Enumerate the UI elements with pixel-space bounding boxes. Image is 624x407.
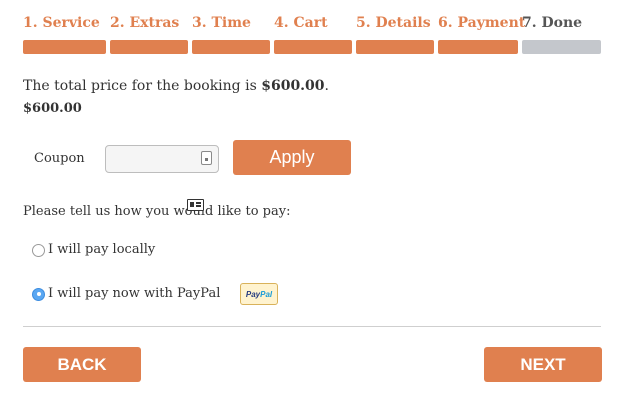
step-service: 1. Service	[23, 14, 106, 54]
step-done: 7. Done	[522, 14, 601, 54]
total-value: $600.00	[261, 78, 325, 94]
step-cart: 4. Cart	[274, 14, 352, 54]
step-label: 6. Payment	[438, 15, 526, 31]
paypal-logo-icon: Pay Pal	[240, 283, 278, 305]
coupon-label: Coupon	[34, 151, 85, 166]
back-button[interactable]: BACK	[23, 347, 141, 382]
step-label: 2. Extras	[110, 15, 180, 31]
step-progress-bar	[522, 40, 601, 54]
step-label: 5. Details	[356, 15, 431, 31]
pay-locally-label[interactable]: I will pay locally	[48, 242, 155, 258]
next-button[interactable]: NEXT	[484, 347, 602, 382]
apply-coupon-button[interactable]: Apply	[233, 140, 351, 175]
step-details: 5. Details	[356, 14, 434, 54]
step-progress-bar	[274, 40, 352, 54]
step-progress-bar	[110, 40, 188, 54]
step-time: 3. Time	[192, 14, 270, 54]
pay-paypal-radio[interactable]	[32, 287, 45, 301]
payment-question: Please tell us how you would like to pay…	[23, 204, 291, 219]
step-progress-bar	[192, 40, 270, 54]
total-suffix: .	[324, 78, 329, 94]
total-amount: $600.00	[23, 101, 82, 116]
pay-locally-option[interactable]: I will pay locally	[32, 241, 155, 259]
mouse-cursor-card-icon	[187, 199, 204, 211]
step-label: 7. Done	[522, 15, 583, 31]
step-payment: 6. Payment	[438, 14, 525, 54]
step-progress-bar	[438, 40, 518, 54]
step-label: 3. Time	[192, 15, 251, 31]
booking-steps: 1. Service 2. Extras 3. Time 4. Cart 5. …	[23, 14, 601, 54]
pay-locally-radio[interactable]	[32, 243, 45, 257]
pay-paypal-option[interactable]: I will pay now with PayPal	[32, 285, 220, 303]
pay-paypal-label[interactable]: I will pay now with PayPal	[48, 286, 220, 302]
autofill-key-icon[interactable]	[201, 151, 212, 165]
divider	[23, 326, 601, 327]
booking-total-text: The total price for the booking is $600.…	[23, 77, 329, 95]
step-progress-bar	[356, 40, 434, 54]
step-label: 4. Cart	[274, 15, 328, 31]
step-extras: 2. Extras	[110, 14, 188, 54]
step-progress-bar	[23, 40, 106, 54]
step-label: 1. Service	[23, 15, 100, 31]
total-prefix: The total price for the booking is	[23, 78, 262, 94]
